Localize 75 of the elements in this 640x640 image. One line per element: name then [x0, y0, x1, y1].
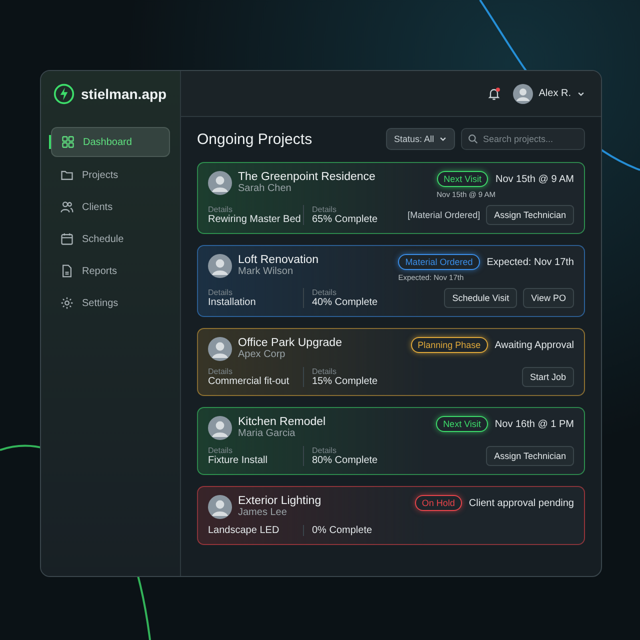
avatar-icon: [208, 171, 232, 195]
sidebar-item[interactable]: Dashboard: [51, 127, 170, 157]
project-card[interactable]: Office Park Upgrade Apex Corp Planning Phase Awaiting Approval Details Commercial fit-out Details 15% Complete Start Job: [197, 328, 585, 396]
status-badge: Material Ordered: [398, 254, 480, 270]
project-card[interactable]: Exterior Lighting James Lee On Hold Client approval pending Landscape LED 0% Complete: [197, 486, 585, 545]
sidebar-item[interactable]: Reports: [51, 257, 170, 285]
status-badge: On Hold: [414, 495, 462, 511]
client-name: Maria Garcia: [238, 428, 296, 439]
folder-icon: [60, 168, 74, 182]
app-name: stielman.app: [81, 86, 167, 102]
sidebar-item[interactable]: Projects: [51, 161, 170, 189]
avatar-icon: [208, 337, 232, 361]
settings-icon: [60, 296, 74, 310]
detail-value: Commercial fit-out: [208, 376, 290, 387]
chevron-down-icon: [439, 135, 447, 143]
detail-value: Landscape LED: [208, 525, 280, 536]
status-note: Client approval pending: [468, 498, 574, 508]
status-note: Nov 15th @ 9 AM: [495, 174, 574, 184]
avatar-icon: [208, 495, 232, 519]
client-name: James Lee: [238, 507, 288, 518]
project-title: Kitchen Remodel: [238, 416, 327, 428]
detail-value: 65% Complete: [312, 214, 379, 225]
user-menu[interactable]: Alex R.: [512, 84, 585, 104]
material-tag: [Material Ordered]: [408, 210, 480, 220]
detail-label: Details: [312, 288, 338, 297]
project-card[interactable]: Kitchen Remodel Maria Garcia Next Visit Nov 16th @ 1 PM Details Fixture Install Details 80% Complete Assign Technician: [197, 407, 585, 475]
status-note: Expected: Nov 17th: [486, 256, 574, 268]
detail-label: Details: [312, 446, 338, 455]
chevron-down-icon: [577, 90, 585, 98]
document-icon: [60, 264, 74, 278]
page-title: Ongoing Projects: [197, 130, 312, 148]
sidebar-item[interactable]: Clients: [51, 193, 170, 221]
grid-icon: [61, 135, 75, 149]
detail-value: 15% Complete: [312, 376, 379, 387]
detail-value: Rewiring Master Bed: [208, 214, 302, 225]
project-title: Office Park Upgrade: [238, 337, 343, 349]
status-badge: Next Visit: [436, 416, 488, 432]
status-badge: Next Visit: [436, 171, 488, 187]
client-name: Sarah Chen: [238, 183, 292, 194]
calendar-icon: [60, 232, 74, 246]
action-button[interactable]: Schedule Visit: [444, 288, 518, 308]
detail-value: 0% Complete: [312, 525, 374, 536]
avatar-icon: [512, 84, 533, 104]
avatar-icon: [208, 416, 232, 440]
project-title: The Greenpoint Residence: [238, 171, 376, 183]
status-badge: Planning Phase: [410, 337, 488, 353]
detail-value: Installation: [208, 297, 257, 308]
notification-bell-icon[interactable]: [486, 86, 501, 100]
people-icon: [60, 200, 74, 214]
detail-value: 80% Complete: [312, 455, 379, 466]
status-note: Nov 16th @ 1 PM: [494, 418, 574, 430]
detail-label: Details: [208, 446, 234, 455]
detail-value: 40% Complete: [312, 297, 379, 308]
action-button[interactable]: Assign Technician: [486, 446, 574, 466]
avatar-icon: [208, 254, 232, 278]
client-name: Apex Corp: [238, 349, 286, 360]
detail-label: Details: [208, 288, 234, 297]
sidebar-item[interactable]: Settings: [51, 289, 170, 317]
lightning-bolt-icon: [53, 83, 75, 105]
detail-label: Details: [208, 367, 234, 376]
detail-value: Fixture Install: [208, 455, 268, 466]
search-field[interactable]: Search projects...: [461, 128, 585, 150]
sidebar-item[interactable]: Schedule: [51, 225, 170, 253]
action-button[interactable]: View PO: [523, 288, 574, 308]
status-filter-dropdown[interactable]: Status: All: [386, 128, 455, 150]
action-button[interactable]: Start Job: [522, 367, 574, 387]
detail-label: Details: [312, 367, 338, 376]
status-note: Awaiting Approval: [494, 340, 574, 350]
detail-label: Details: [208, 205, 234, 214]
action-button[interactable]: Assign Technician: [486, 205, 574, 225]
project-title: Loft Renovation: [238, 254, 320, 266]
search-icon: [468, 134, 478, 144]
detail-label: Details: [312, 205, 338, 214]
project-title: Exterior Lighting: [238, 495, 322, 507]
client-name: Mark Wilson: [238, 266, 294, 277]
